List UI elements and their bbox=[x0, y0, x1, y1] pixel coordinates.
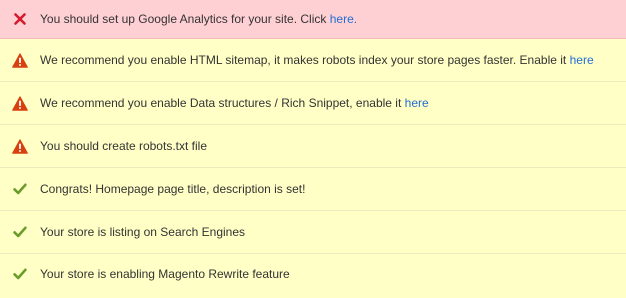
rich-snippet-here-link[interactable]: here bbox=[405, 96, 429, 110]
checkmark-icon bbox=[12, 181, 28, 197]
seo-checklist: You should set up Google Analytics for y… bbox=[0, 0, 626, 298]
checklist-item-text: You should create robots.txt file bbox=[40, 139, 207, 153]
checklist-item-text: Your store is enabling Magento Rewrite f… bbox=[40, 267, 290, 281]
checklist-item-text: We recommend you enable Data structures … bbox=[40, 96, 405, 110]
checklist-item-robots-txt: You should create robots.txt file bbox=[0, 125, 626, 168]
checklist-item-message: Your store is enabling Magento Rewrite f… bbox=[40, 266, 290, 282]
checklist-item-homepage-title: Congrats! Homepage page title, descripti… bbox=[0, 168, 626, 211]
warning-triangle-icon bbox=[12, 52, 28, 68]
checklist-item-text: Congrats! Homepage page title, descripti… bbox=[40, 182, 306, 196]
checklist-item-html-sitemap: We recommend you enable HTML sitemap, it… bbox=[0, 39, 626, 82]
checklist-item-message: Congrats! Homepage page title, descripti… bbox=[40, 181, 305, 197]
html-sitemap-here-link[interactable]: here bbox=[570, 53, 594, 67]
checklist-item-google-analytics: You should set up Google Analytics for y… bbox=[0, 0, 626, 39]
checklist-item-text: Your store is listing on Search Engines bbox=[40, 225, 246, 239]
checklist-item-text: You should set up Google Analytics for y… bbox=[40, 12, 330, 26]
checklist-item-rich-snippet: We recommend you enable Data structures … bbox=[0, 82, 626, 125]
warning-triangle-icon bbox=[12, 95, 28, 111]
checklist-item-message: You should create robots.txt file bbox=[40, 138, 207, 154]
x-mark-icon bbox=[12, 11, 28, 27]
checklist-item-search-engines: Your store is listing on Search Engines bbox=[0, 211, 626, 254]
warning-triangle-icon bbox=[12, 138, 28, 154]
checklist-item-message: Your store is listing on Search Engines bbox=[40, 224, 245, 240]
checkmark-icon bbox=[12, 224, 28, 240]
checkmark-icon bbox=[12, 266, 28, 282]
checklist-item-message: We recommend you enable HTML sitemap, it… bbox=[40, 52, 594, 68]
checklist-item-message: We recommend you enable Data structures … bbox=[40, 95, 429, 111]
checklist-item-message: You should set up Google Analytics for y… bbox=[40, 11, 357, 27]
checklist-item-magento-rewrite: Your store is enabling Magento Rewrite f… bbox=[0, 254, 626, 294]
checklist-item-text: We recommend you enable HTML sitemap, it… bbox=[40, 53, 570, 67]
google-analytics-here-link[interactable]: here. bbox=[330, 12, 357, 26]
